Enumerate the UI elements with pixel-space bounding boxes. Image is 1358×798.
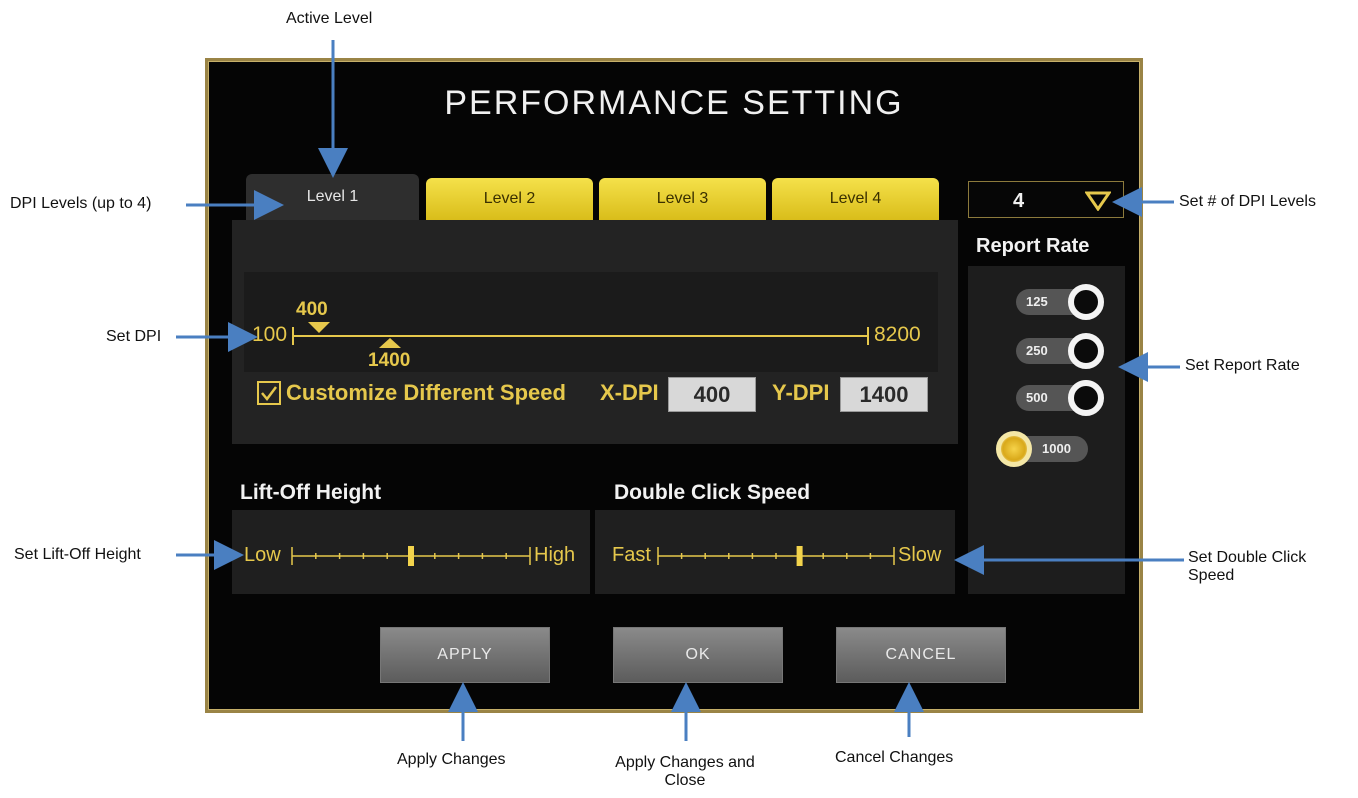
x-dpi-input[interactable]: 400: [668, 377, 756, 412]
lift-off-high-label: High: [534, 544, 576, 566]
y-dpi-marker-label: 1400: [368, 350, 411, 371]
report-rate-option-500[interactable]: 500: [1016, 380, 1104, 416]
customize-checkbox[interactable]: [256, 380, 282, 406]
report-rate-option-125[interactable]: 125: [1016, 284, 1104, 320]
y-dpi-input[interactable]: 1400: [840, 377, 928, 412]
lift-off-title: Lift-Off Height: [240, 481, 382, 504]
customize-label: Customize Different Speed: [286, 380, 566, 405]
ok-button[interactable]: OK: [613, 627, 783, 683]
report-rate-label: 1000: [1042, 441, 1071, 456]
report-rate-label: 125: [1026, 294, 1048, 309]
radio-knob-selected-icon: [996, 431, 1032, 467]
report-rate-title: Report Rate: [976, 235, 1090, 257]
double-click-fast-label: Fast: [612, 544, 651, 566]
double-click-slow-label: Slow: [898, 544, 942, 566]
lift-off-low-label: Low: [244, 544, 281, 566]
double-click-title: Double Click Speed: [614, 481, 811, 504]
double-click-slider[interactable]: [654, 540, 898, 574]
radio-knob-icon: [1068, 333, 1104, 369]
report-rate-panel: [968, 266, 1125, 594]
x-dpi-marker-label: 400: [296, 299, 328, 320]
y-dpi-label: Y-DPI: [772, 380, 830, 405]
report-rate-option-1000[interactable]: 1000: [996, 431, 1088, 467]
apply-button[interactable]: APPLY: [380, 627, 550, 683]
radio-knob-icon: [1068, 380, 1104, 416]
dpi-min-label: 100: [252, 323, 288, 346]
report-rate-label: 250: [1026, 343, 1048, 358]
x-dpi-marker-icon: [308, 322, 330, 333]
cancel-button[interactable]: CANCEL: [836, 627, 1006, 683]
report-rate-label: 500: [1026, 390, 1048, 405]
x-dpi-label: X-DPI: [600, 380, 659, 405]
double-click-slider-handle: [796, 546, 803, 566]
y-dpi-marker-icon: [379, 338, 401, 348]
dpi-max-label: 8200: [874, 323, 921, 346]
lift-off-slider-handle: [408, 546, 414, 566]
report-rate-option-250[interactable]: 250: [1016, 333, 1104, 369]
lift-off-slider[interactable]: [288, 540, 534, 574]
radio-knob-icon: [1068, 284, 1104, 320]
